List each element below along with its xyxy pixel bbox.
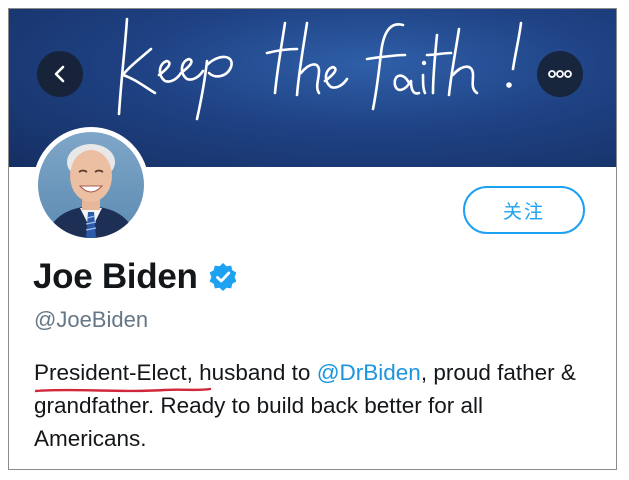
- profile-handle: @JoeBiden: [34, 307, 149, 332]
- bio-title-underlined: President-Elect: [34, 356, 212, 393]
- profile-screenshot: 关注 Joe Biden @JoeBiden President-Elect, …: [8, 8, 617, 470]
- bio-text-part1: , husband to: [186, 360, 317, 385]
- bio-mention-link[interactable]: @DrBiden: [317, 360, 421, 385]
- back-button[interactable]: [37, 51, 83, 97]
- bio-title: President-Elect: [34, 360, 187, 385]
- chevron-left-icon: [54, 65, 65, 83]
- avatar[interactable]: [33, 127, 149, 243]
- more-horizontal-icon: [548, 70, 572, 78]
- profile-name-row: Joe Biden: [33, 257, 238, 297]
- red-underline-annotation: [34, 387, 212, 393]
- profile-name: Joe Biden: [33, 257, 198, 296]
- verified-badge-icon: [209, 263, 236, 291]
- follow-button[interactable]: 关注: [463, 186, 585, 234]
- more-options-button[interactable]: [537, 51, 583, 97]
- avatar-photo: [38, 132, 144, 238]
- profile-bio: President-Elect, husband to @DrBiden, pr…: [34, 356, 594, 455]
